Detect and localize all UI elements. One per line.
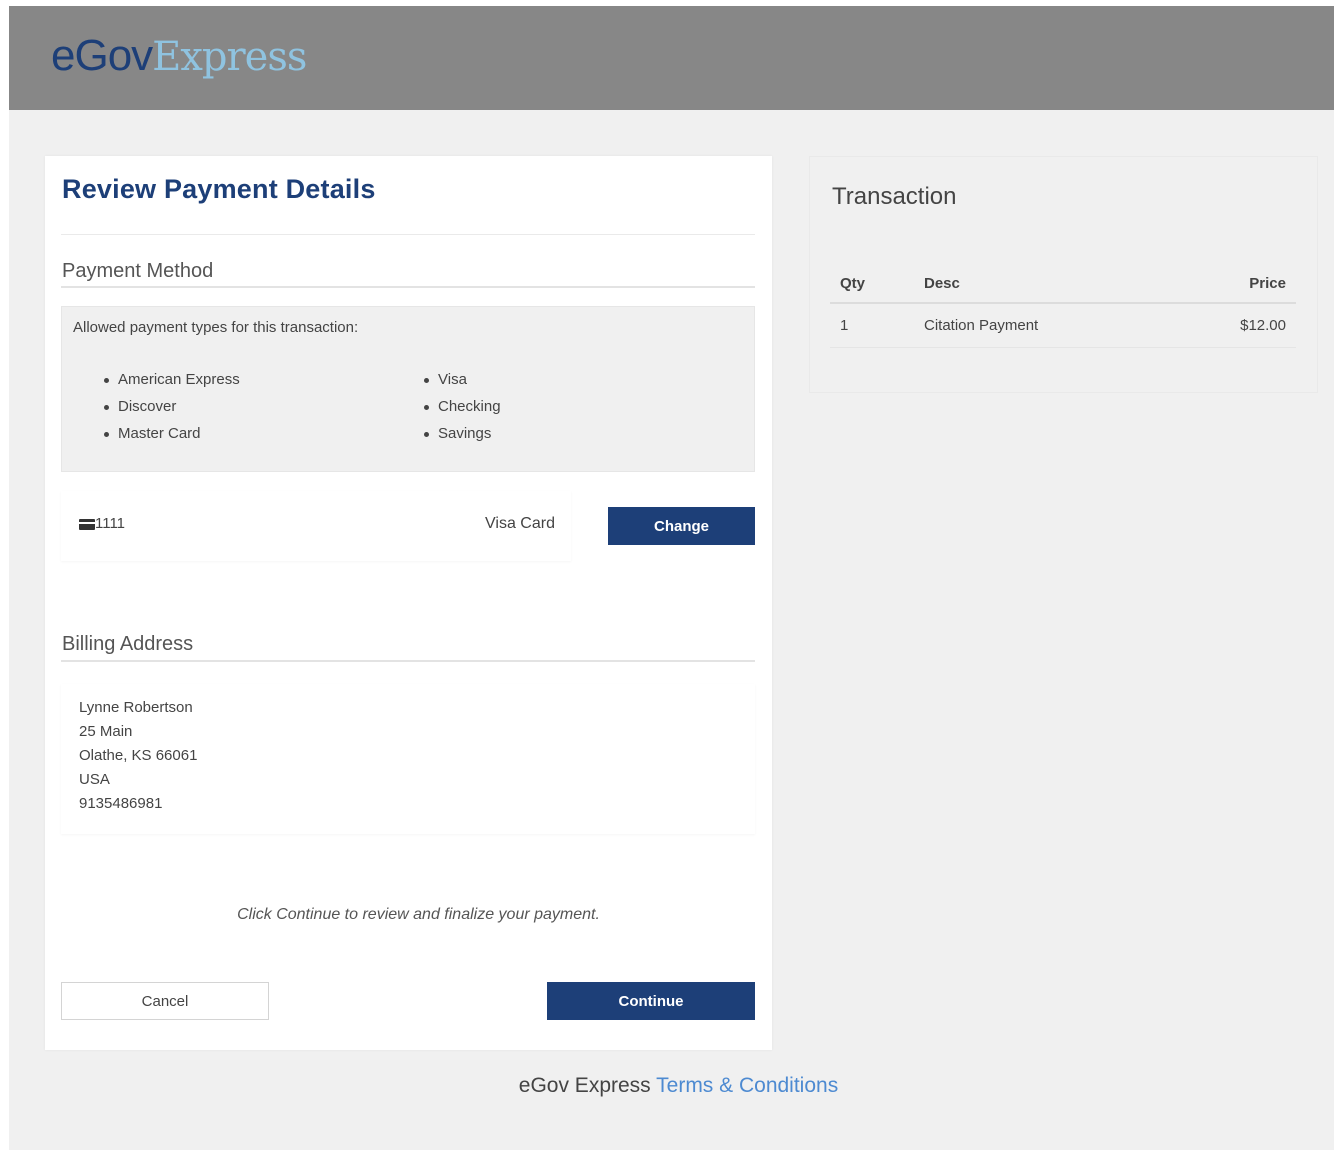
table-header-row: Qty Desc Price [830,265,1296,304]
billing-name: Lynne Robertson [79,699,193,716]
review-payment-card: Review Payment Details Payment Method Al… [45,156,772,1050]
payment-method-heading: Payment Method [62,260,214,282]
payment-type-item: American Express [102,366,240,393]
billing-address-rule [61,660,755,662]
payment-type-item: Visa [422,366,501,393]
payment-type-item: Checking [422,393,501,420]
payment-type-item: Discover [102,393,240,420]
billing-address-block: Lynne Robertson 25 Main Olathe, KS 66061… [61,684,755,834]
payment-type-item: Master Card [102,420,240,447]
column-header-qty: Qty [830,265,914,304]
payment-types-list-2: Visa Checking Savings [422,366,501,447]
column-header-desc: Desc [914,265,1171,304]
billing-city-state-zip: Olathe, KS 66061 [79,747,198,764]
page: eGovExpress Review Payment Details Payme… [9,6,1334,1150]
card-last-four: 1111 [95,515,126,532]
egov-express-logo[interactable]: eGovExpress [51,28,307,85]
row-qty: 1 [830,303,914,348]
continue-button[interactable]: Continue [547,982,755,1020]
selected-payment-card: 1111 Visa Card [61,491,571,561]
row-desc: Citation Payment [914,303,1171,348]
billing-country: USA [79,771,110,788]
transaction-table: Qty Desc Price 1 Citation Payment $12.00 [830,265,1296,348]
billing-phone: 9135486981 [79,795,163,812]
header-bar: eGovExpress [9,6,1334,110]
credit-card-icon [79,519,95,530]
row-price: $12.00 [1170,303,1296,348]
card-type: Visa Card [485,515,555,532]
footer-brand: eGov Express [518,1074,651,1097]
logo-egov: eGov [51,31,153,80]
transaction-title: Transaction [832,183,957,210]
change-button[interactable]: Change [608,507,755,545]
continue-hint: Click Continue to review and finalize yo… [237,906,600,923]
column-header-price: Price [1170,265,1296,304]
table-row: 1 Citation Payment $12.00 [830,303,1296,348]
logo-express: Express [152,34,307,80]
footer: eGov Express Terms & Conditions [9,1074,1334,1098]
title-divider [61,234,755,235]
billing-street: 25 Main [79,723,133,740]
transaction-card: Transaction Qty Desc Price 1 Citation Pa… [809,156,1318,393]
allowed-payment-types-box: Allowed payment types for this transacti… [61,306,755,472]
billing-address-heading: Billing Address [62,633,194,655]
cancel-button[interactable]: Cancel [61,982,269,1020]
page-title: Review Payment Details [62,174,376,204]
payment-method-rule [61,286,755,288]
allowed-payment-intro: Allowed payment types for this transacti… [73,319,359,336]
payment-type-item: Savings [422,420,501,447]
terms-conditions-link[interactable]: Terms & Conditions [656,1074,838,1097]
payment-types-list-1: American Express Discover Master Card [102,366,240,447]
